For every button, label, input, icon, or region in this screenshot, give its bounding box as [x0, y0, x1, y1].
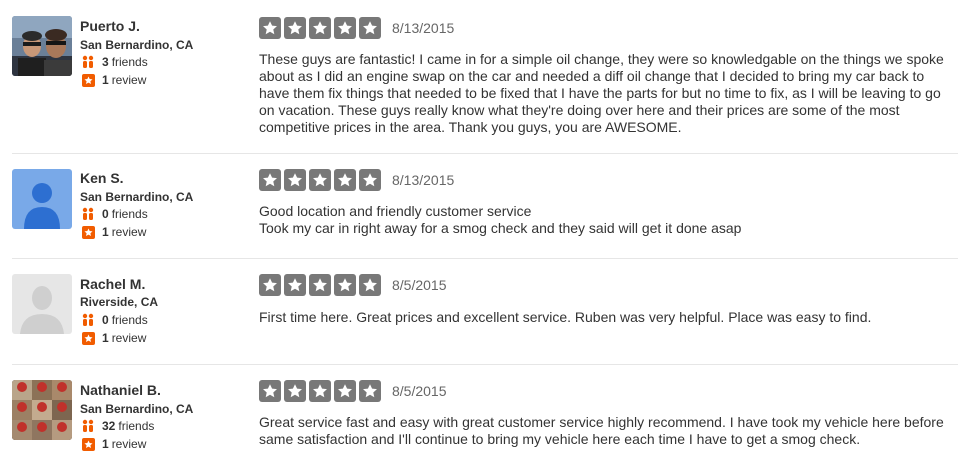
review-date: 8/5/2015: [392, 383, 447, 399]
friends-icon: [82, 313, 94, 326]
friends-label: friends: [111, 55, 148, 69]
review-date: 8/5/2015: [392, 277, 447, 293]
star-icon: [359, 380, 381, 402]
star-icon: [334, 274, 356, 296]
review-label: review: [111, 73, 147, 87]
star-icon: [359, 17, 381, 39]
user-location: Riverside, CA: [80, 295, 159, 309]
star-rating: [259, 380, 384, 402]
review-label: review: [111, 225, 147, 239]
review-text-line: Good location and friendly customer serv…: [259, 203, 532, 219]
review-star-icon: [82, 437, 95, 451]
review-item: Rachel M. Riverside, CA 0 friends 1 revi…: [0, 259, 958, 363]
star-rating: [259, 274, 384, 296]
star-icon: [284, 169, 306, 191]
star-icon: [309, 17, 331, 39]
star-icon: [259, 274, 281, 296]
friends-icon: [82, 55, 94, 68]
user-name[interactable]: Nathaniel B.: [80, 382, 161, 398]
star-icon: [259, 169, 281, 191]
avatar[interactable]: [12, 169, 72, 229]
friends-icon: [82, 207, 94, 220]
star-icon: [284, 380, 306, 402]
friends-label: friends: [111, 313, 148, 327]
star-icon: [309, 169, 331, 191]
review-item: Ken S. San Bernardino, CA 0 friends 1 re…: [0, 154, 958, 258]
star-icon: [309, 274, 331, 296]
star-icon: [359, 169, 381, 191]
review-label: review: [111, 437, 147, 451]
star-icon: [284, 17, 306, 39]
star-icon: [334, 169, 356, 191]
review-number: 1: [102, 437, 109, 451]
review-number: 1: [102, 331, 109, 345]
review-star-icon: [82, 73, 95, 87]
user-name[interactable]: Ken S.: [80, 170, 124, 186]
review-date: 8/13/2015: [392, 172, 455, 188]
friends-label: friends: [118, 419, 155, 433]
review-number: 1: [102, 225, 109, 239]
review-label: review: [111, 331, 147, 345]
star-icon: [259, 380, 281, 402]
avatar[interactable]: [12, 380, 72, 440]
review-text: Great service fast and easy with great c…: [259, 414, 944, 447]
user-location: San Bernardino, CA: [80, 190, 194, 204]
review-item: Nathaniel B. San Bernardino, CA 32 frien…: [0, 365, 958, 460]
friends-icon: [82, 419, 94, 432]
review-text-line: Took my car in right away for a smog che…: [259, 220, 742, 236]
friends-count: 0 friends: [80, 207, 148, 221]
friends-label: friends: [111, 207, 148, 221]
review-number: 1: [102, 73, 109, 87]
star-icon: [309, 380, 331, 402]
review-date: 8/13/2015: [392, 20, 455, 36]
review-star-icon: [82, 331, 95, 345]
friends-number: 32: [102, 419, 116, 433]
review-count: 1 review: [80, 331, 146, 345]
star-icon: [334, 380, 356, 402]
friends-count: 0 friends: [80, 313, 148, 327]
friends-count: 32 friends: [80, 419, 154, 433]
friends-number: 0: [102, 207, 109, 221]
star-rating: [259, 169, 384, 191]
star-icon: [284, 274, 306, 296]
review-star-icon: [82, 225, 95, 239]
review-count: 1 review: [80, 225, 146, 239]
avatar[interactable]: [12, 274, 72, 334]
user-location: San Bernardino, CA: [80, 38, 194, 52]
review-text: Good location and friendly customer serv…: [259, 203, 954, 237]
avatar[interactable]: [12, 16, 72, 76]
star-icon: [259, 17, 281, 39]
star-icon: [334, 17, 356, 39]
review-count: 1 review: [80, 73, 146, 87]
star-icon: [359, 274, 381, 296]
user-name[interactable]: Rachel M.: [80, 276, 145, 292]
review-text: First time here. Great prices and excell…: [259, 309, 872, 325]
user-location: San Bernardino, CA: [80, 402, 194, 416]
friends-number: 3: [102, 55, 109, 69]
user-name[interactable]: Puerto J.: [80, 18, 140, 34]
star-rating: [259, 17, 384, 39]
friends-count: 3 friends: [80, 55, 148, 69]
friends-number: 0: [102, 313, 109, 327]
review-count: 1 review: [80, 437, 146, 451]
review-text: These guys are fantastic! I came in for …: [259, 51, 944, 135]
review-item: Puerto J. San Bernardino, CA 3 friends 1…: [0, 0, 958, 150]
